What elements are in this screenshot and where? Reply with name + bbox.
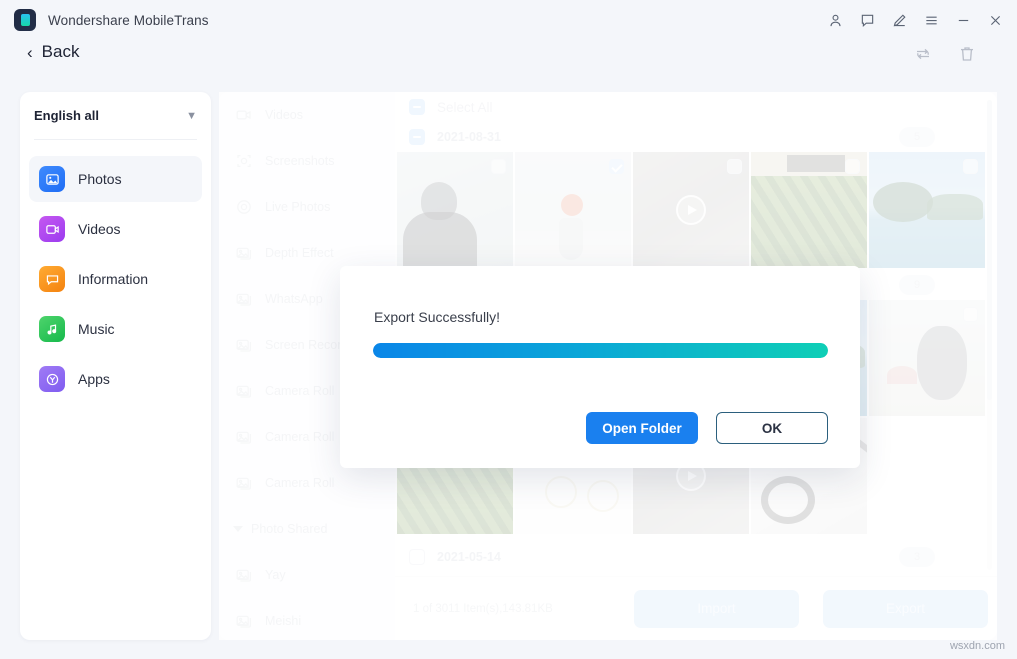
language-value: English all <box>34 108 99 123</box>
chevron-down-icon: ▼ <box>186 110 197 122</box>
sidebar-item-label: Apps <box>78 371 110 387</box>
sidebar-item-label: Information <box>78 271 148 287</box>
dialog-title: Export Successfully! <box>374 309 500 325</box>
videos-icon <box>39 216 65 242</box>
edit-icon[interactable] <box>883 4 915 36</box>
sidebar-item-music[interactable]: Music <box>29 306 202 352</box>
sidebar-item-videos[interactable]: Videos <box>29 206 202 252</box>
open-folder-button[interactable]: Open Folder <box>586 412 698 444</box>
progress-bar <box>373 343 828 358</box>
minimize-icon[interactable] <box>947 4 979 36</box>
sidebar-nav: Photos Videos Information <box>20 140 211 402</box>
app-window: Wondershare MobileTrans <box>0 0 1017 659</box>
language-selector[interactable]: English all ▼ <box>34 92 197 140</box>
chevron-left-icon: ‹ <box>27 44 33 61</box>
ok-button[interactable]: OK <box>716 412 828 444</box>
app-title: Wondershare MobileTrans <box>48 13 209 28</box>
page-toolbar <box>913 44 979 66</box>
window-controls <box>819 0 1011 40</box>
refresh-icon[interactable] <box>913 44 935 66</box>
sidebar-item-photos[interactable]: Photos <box>29 156 202 202</box>
photos-icon <box>39 166 65 192</box>
sidebar-item-label: Photos <box>78 171 122 187</box>
menu-icon[interactable] <box>915 4 947 36</box>
information-icon <box>39 266 65 292</box>
back-label: Back <box>42 42 80 62</box>
account-icon[interactable] <box>819 4 851 36</box>
apps-icon <box>39 366 65 392</box>
sidebar: English all ▼ Photos Video <box>20 92 211 640</box>
sidebar-item-label: Videos <box>78 221 121 237</box>
sidebar-item-information[interactable]: Information <box>29 256 202 302</box>
app-logo-icon <box>14 9 36 31</box>
feedback-icon[interactable] <box>851 4 883 36</box>
sidebar-item-label: Music <box>78 321 115 337</box>
title-bar: Wondershare MobileTrans <box>0 0 1017 40</box>
music-icon <box>39 316 65 342</box>
watermark: wsxdn.com <box>950 640 1005 652</box>
sidebar-item-apps[interactable]: Apps <box>29 356 202 402</box>
dialog-actions: Open Folder OK <box>586 412 828 444</box>
export-success-dialog: Export Successfully! Open Folder OK <box>340 266 860 468</box>
delete-icon[interactable] <box>957 44 979 66</box>
progress-bar-fill <box>373 343 828 358</box>
back-button[interactable]: ‹ Back <box>27 42 79 62</box>
page-header: ‹ Back <box>0 42 1017 78</box>
close-icon[interactable] <box>979 4 1011 36</box>
